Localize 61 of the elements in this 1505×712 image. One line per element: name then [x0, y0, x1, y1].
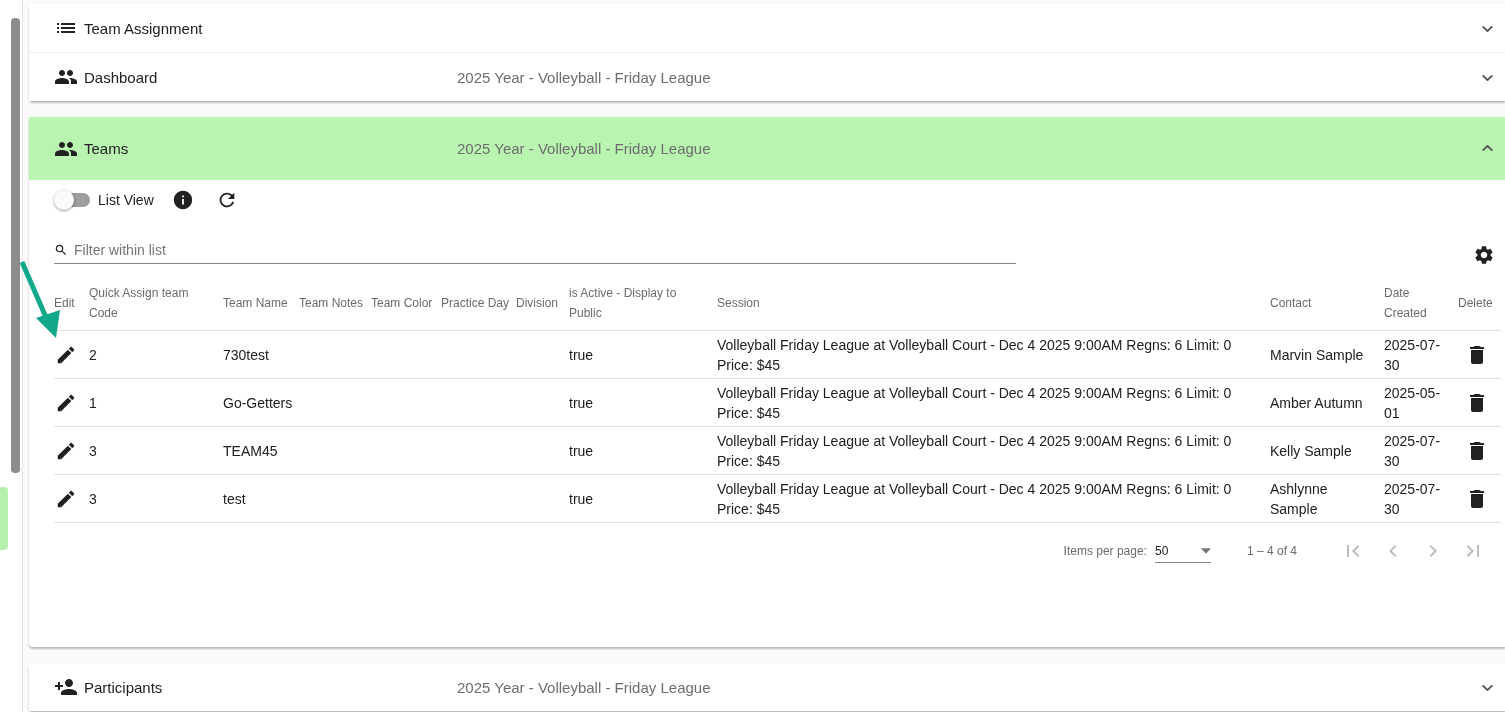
table-cell: true	[569, 426, 717, 475]
table-cell: true	[569, 474, 717, 523]
list-view-toggle[interactable]	[54, 190, 90, 210]
column-header: Team Color	[371, 276, 441, 331]
table-cell: 730test	[223, 330, 299, 379]
items-per-page-select[interactable]: 50	[1154, 539, 1211, 563]
list-view-label: List View	[98, 192, 154, 208]
table-cell: TEAM45	[223, 426, 299, 475]
panel-subtitle: 2025 Year - Volleyball - Friday League	[457, 68, 712, 86]
panel-subtitle: 2025 Year - Volleyball - Friday League	[457, 140, 712, 157]
table-cell: Amber Autumn	[1270, 378, 1384, 427]
table-cell: 2025-07-30	[1384, 426, 1458, 475]
caret-icon	[1200, 547, 1211, 554]
column-header: Practice Day	[441, 276, 516, 331]
table-cell: 2025-07-30	[1384, 474, 1458, 523]
panel-subtitle: 2025 Year - Volleyball - Friday League	[457, 678, 712, 696]
panel-header[interactable]: Team Assignment	[29, 4, 1505, 52]
table-cell: 3	[89, 474, 223, 523]
panel-title: Participants	[84, 678, 164, 696]
table-cell: test	[223, 474, 299, 523]
items-per-page-label: Items per page:	[1063, 544, 1147, 558]
filter-field[interactable]: Filter within list	[74, 240, 1016, 260]
panel-title: Team Assignment	[84, 19, 204, 37]
table-cell: Go-Getters	[223, 378, 299, 427]
table-cell: Volleyball Friday League at Volleyball Court - Dec 4 2025 9:00AM Regns: 6 Limit: 0 Price: $45	[717, 426, 1270, 475]
table-cell: 1	[89, 378, 223, 427]
table-cell: 2	[89, 330, 223, 379]
column-header: Team Name	[223, 276, 299, 331]
scrollbar-thumb[interactable]	[11, 18, 20, 473]
column-header: Delete	[1458, 276, 1501, 331]
panel-header[interactable]: Teams 2025 Year - Volleyball - Friday League	[29, 117, 1505, 180]
chevron-icon[interactable]	[1482, 73, 1493, 81]
chevron-icon[interactable]	[1482, 24, 1493, 32]
panel-title: Dashboard	[84, 68, 159, 86]
info-icon[interactable]	[171, 189, 194, 211]
panel-title: Teams	[84, 140, 130, 157]
column-header: Contact	[1270, 276, 1384, 331]
table-cell: Volleyball Friday League at Volleyball Court - Dec 4 2025 9:00AM Regns: 6 Limit: 0 Price: $45	[717, 330, 1270, 379]
column-header: Quick Assign team Code	[89, 276, 223, 331]
column-header: Date Created	[1384, 276, 1458, 331]
table-cell: true	[569, 330, 717, 379]
chevron-icon[interactable]	[1482, 683, 1493, 691]
panel-header[interactable]: Participants 2025 Year - Volleyball - Friday League	[29, 663, 1505, 711]
panel-header[interactable]: Dashboard 2025 Year - Volleyball - Friday League	[29, 52, 1505, 101]
table-cell: Volleyball Friday League at Volleyball Court - Dec 4 2025 9:00AM Regns: 6 Limit: 0 Price: $45	[717, 474, 1270, 523]
page-range: 1 – 4 of 4	[1246, 544, 1297, 558]
search-icon	[54, 243, 68, 257]
table-cell: true	[569, 378, 717, 427]
column-header: Session	[717, 276, 1270, 331]
table-cell: Ashlynne Sample	[1270, 474, 1384, 523]
table-cell: Marvin Sample	[1270, 330, 1384, 379]
table-cell: Volleyball Friday League at Volleyball Court - Dec 4 2025 9:00AM Regns: 6 Limit: 0 Price: $45	[717, 378, 1270, 427]
settings-icon[interactable]	[1473, 244, 1495, 266]
column-header: is Active - Display to Public	[569, 276, 717, 331]
column-header: Division	[516, 276, 569, 331]
table-cell: Kelly Sample	[1270, 426, 1384, 475]
table-cell: 3	[89, 426, 223, 475]
chevron-icon[interactable]	[1482, 145, 1493, 152]
table-cell: 2025-05-01	[1384, 378, 1458, 427]
column-header: Team Notes	[299, 276, 371, 331]
table-cell: 2025-07-30	[1384, 330, 1458, 379]
